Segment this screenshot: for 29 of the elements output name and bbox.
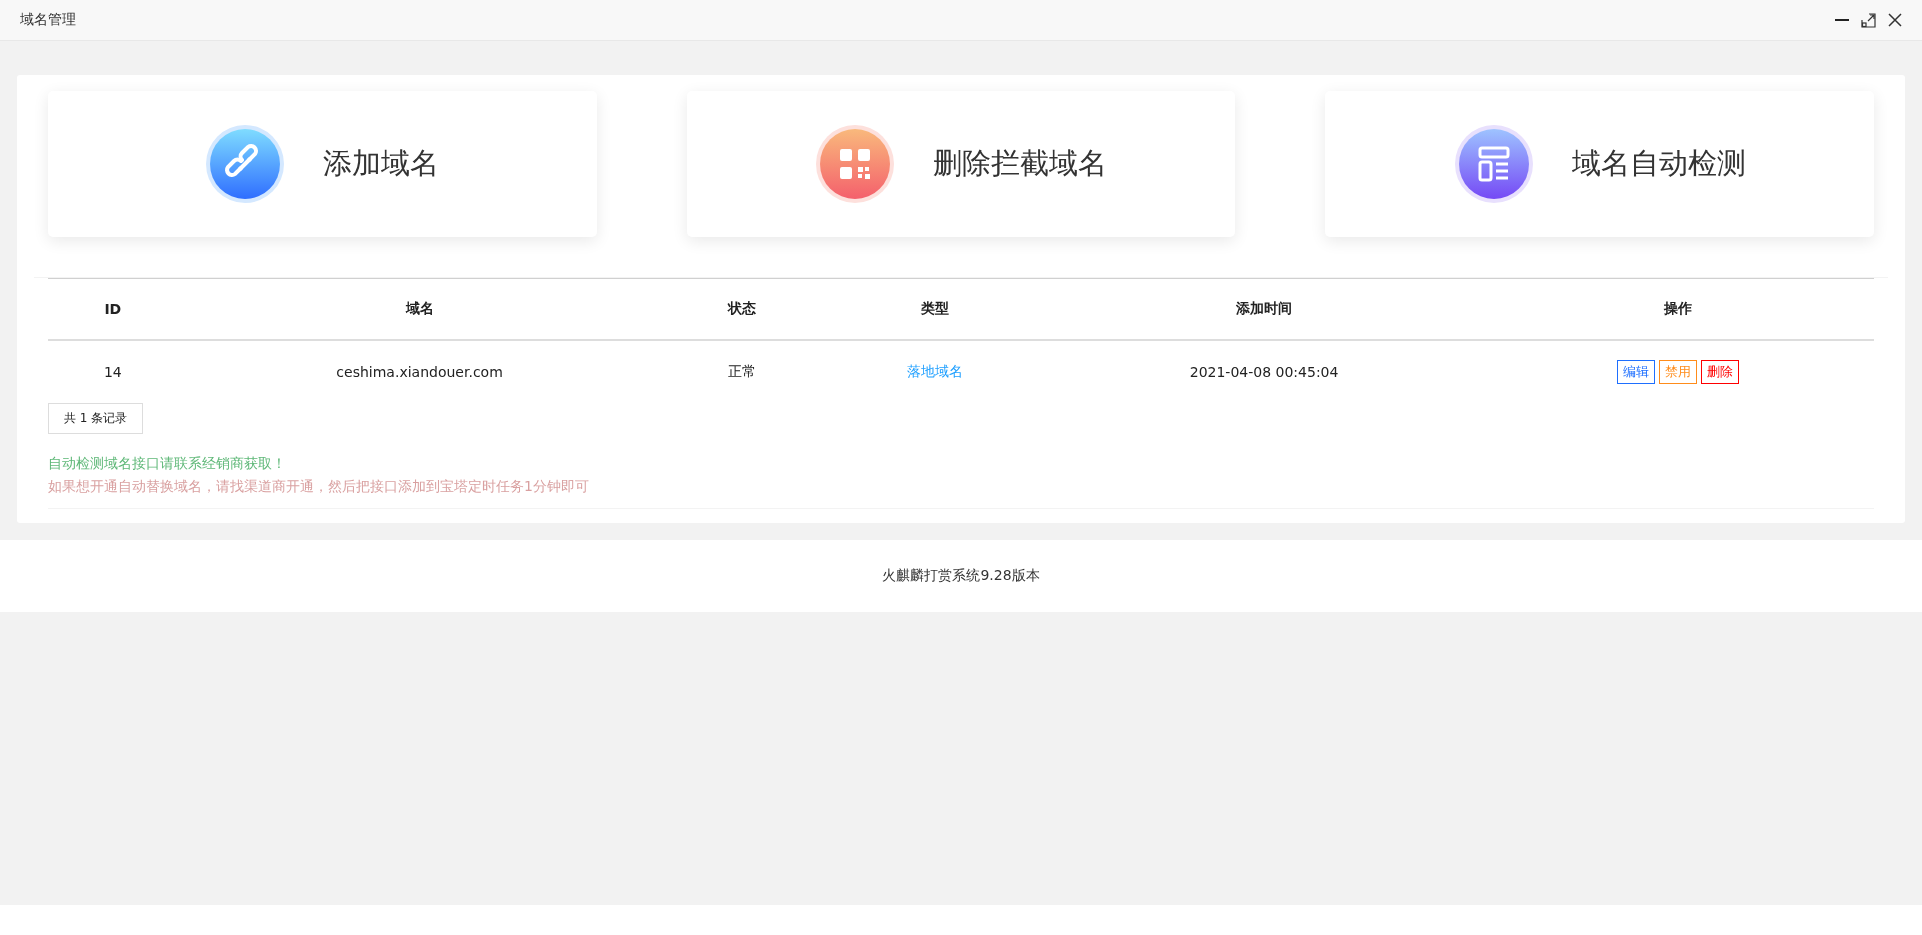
notice-text: 自动检测域名接口请联系经销商获取！	[48, 454, 287, 473]
window-title: 域名管理	[20, 11, 76, 29]
record-count: 共 1 条记录	[48, 403, 144, 434]
table-cell: 2021-04-08 00:45:04	[1189, 364, 1339, 380]
domain-type-text: 落地域名	[906, 363, 963, 379]
layout-icon	[1453, 124, 1534, 204]
notice-text: 如果想开通自动替换域名，请找渠道商开通，然后把接口添加到宝塔定时任务1分钟即可	[48, 477, 590, 496]
table-cell: 14	[103, 364, 122, 380]
link-icon	[205, 124, 286, 204]
card-label: 删除拦截域名	[933, 145, 1107, 182]
close-icon[interactable]	[1888, 13, 1902, 27]
action-card[interactable]: 添加域名	[48, 91, 597, 237]
qr-code-icon	[815, 124, 895, 204]
action-card[interactable]: 域名自动检测	[1325, 91, 1874, 237]
version-text: 火麒麟打赏系统9.28版本	[882, 567, 1040, 585]
column-header: 状态	[727, 300, 756, 316]
column-header: 类型	[920, 300, 949, 316]
column-header: 操作	[1663, 300, 1692, 316]
column-header: 添加时间	[1236, 300, 1293, 316]
maximize-icon[interactable]	[1861, 12, 1876, 28]
table-cell: ceshima.xiandouer.com	[336, 364, 503, 380]
table-cell: 正常	[727, 363, 756, 379]
action-card[interactable]: 删除拦截域名	[686, 91, 1236, 237]
card-label: 域名自动检测	[1571, 145, 1746, 182]
card-label: 添加域名	[323, 145, 440, 182]
column-header: ID	[104, 301, 122, 317]
delete-button[interactable]: 删除	[1700, 360, 1739, 384]
edit-button[interactable]: 编辑	[1616, 360, 1655, 384]
column-header: 域名	[405, 300, 434, 316]
